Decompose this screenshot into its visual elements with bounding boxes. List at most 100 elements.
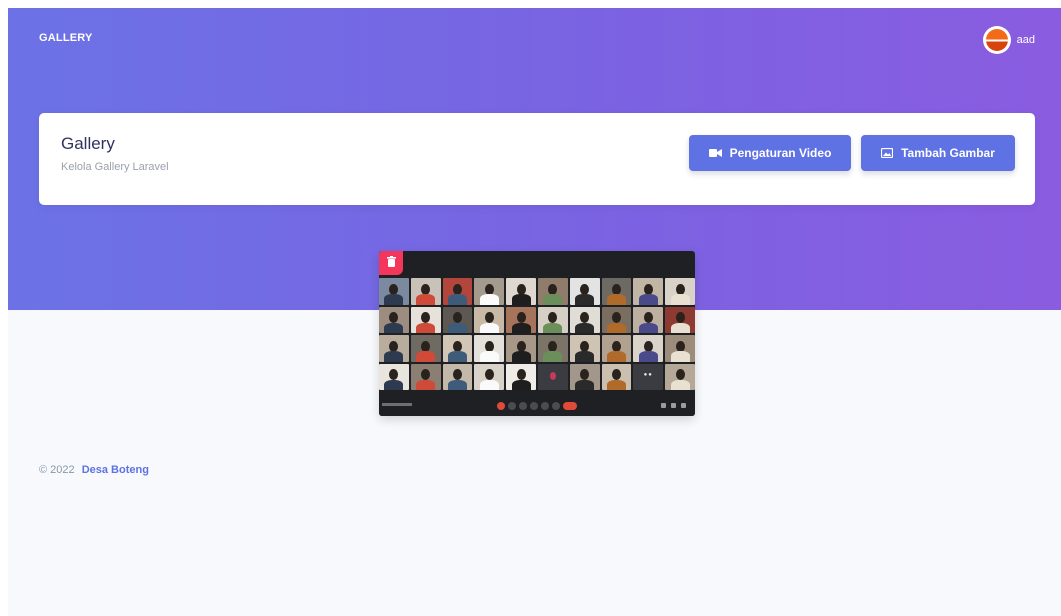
participant-body: [606, 294, 627, 305]
participant-body: [384, 322, 404, 333]
participant-body: [670, 322, 690, 333]
participant-tile: [601, 278, 632, 305]
participant-body: [575, 351, 595, 362]
call-side-icon: [661, 403, 666, 408]
call-side-icon: [671, 403, 676, 408]
participant-body: [511, 294, 531, 305]
brand-title[interactable]: GALLERY: [39, 32, 93, 44]
participant-face: [389, 283, 399, 295]
participant-face: [484, 312, 494, 324]
image-icon: [881, 148, 894, 158]
participant-face: [643, 340, 653, 352]
participant-face: [643, 283, 653, 295]
participant-tile: [442, 335, 473, 362]
participant-face: [484, 283, 494, 295]
participant-body: [479, 351, 499, 362]
participant-face: [580, 369, 590, 381]
gallery-item[interactable]: [379, 251, 695, 416]
participant-body: [575, 294, 595, 305]
footer-copyright: © 2022: [39, 464, 75, 476]
participant-tile: [506, 335, 536, 362]
participant-tile: [569, 363, 600, 390]
gallery-image: [379, 278, 695, 390]
participant-tile: [474, 335, 505, 362]
participant-tile: [410, 306, 441, 333]
participant-tile: [442, 363, 473, 390]
user-name[interactable]: aad: [1017, 34, 1035, 46]
participant-tile: [442, 278, 473, 305]
participant-body: [416, 294, 436, 305]
add-image-button[interactable]: Tambah Gambar: [861, 135, 1015, 171]
participant-face: [675, 283, 685, 295]
participant-tile: [506, 306, 536, 333]
participant-tile: [633, 363, 664, 390]
participant-tile: [379, 335, 409, 362]
participant-face: [389, 312, 399, 324]
participant-body: [511, 322, 531, 333]
participant-face: [389, 369, 399, 381]
participant-face: [421, 312, 431, 324]
avatar-image: [985, 29, 1008, 51]
participant-face: [516, 340, 526, 352]
call-control-button: [497, 402, 505, 410]
participant-body: [511, 379, 531, 390]
participant-body: [447, 322, 468, 333]
participant-tile: [665, 363, 695, 390]
participant-tile: [379, 278, 409, 305]
footer-link[interactable]: Desa Boteng: [82, 464, 149, 476]
participant-tile: [410, 335, 441, 362]
video-settings-label: Pengaturan Video: [729, 146, 832, 160]
participant-body: [416, 351, 436, 362]
participant-face: [548, 283, 558, 295]
participant-face: [549, 371, 557, 380]
participant-body: [606, 379, 627, 390]
meeting-info: [382, 403, 412, 406]
participant-tile: [474, 363, 505, 390]
user-menu[interactable]: aad: [982, 26, 1035, 54]
participant-face: [675, 340, 685, 352]
participant-body: [543, 351, 563, 362]
call-control-button: [563, 402, 577, 410]
participant-body: [479, 379, 499, 390]
participant-face: [484, 369, 494, 381]
participant-face: [453, 312, 462, 324]
participant-face: [453, 369, 462, 381]
participant-tile: [569, 278, 600, 305]
participant-face: [580, 340, 590, 352]
delete-button[interactable]: [379, 251, 403, 275]
call-control-button: [552, 402, 560, 410]
avatar[interactable]: [982, 26, 1011, 54]
participant-face: [612, 283, 621, 295]
participant-tile: [569, 306, 600, 333]
participant-tile: [410, 278, 441, 305]
participant-body: [543, 322, 563, 333]
header-card: Gallery Kelola Gallery Laravel Pengatura…: [39, 113, 1035, 205]
participant-face: [421, 369, 431, 381]
participant-body: [638, 322, 658, 333]
trash-icon: [386, 254, 396, 272]
video-camera-icon: [708, 148, 722, 158]
participant-tile: [379, 306, 409, 333]
participant-face: [516, 312, 526, 324]
participant-face: [675, 369, 685, 381]
participant-tile: [537, 278, 568, 305]
video-call-controls: [379, 394, 695, 416]
participant-body: [543, 294, 563, 305]
video-settings-button[interactable]: Pengaturan Video: [689, 135, 851, 171]
participant-tile: [442, 306, 473, 333]
participant-body: [638, 294, 658, 305]
participant-body: [416, 322, 436, 333]
participant-face: [484, 340, 494, 352]
participant-tile: [665, 278, 695, 305]
participant-face: [643, 312, 653, 324]
participant-body: [416, 379, 436, 390]
call-side-icon: [681, 403, 686, 408]
participant-body: [447, 351, 468, 362]
participant-face: [421, 340, 431, 352]
participant-face: [612, 369, 621, 381]
participant-body: [606, 351, 627, 362]
page: GALLERY aad Gallery Kelola Gallery Larav…: [8, 8, 1061, 616]
participant-body: [638, 351, 658, 362]
participant-body: [447, 294, 468, 305]
participant-face: [612, 312, 621, 324]
